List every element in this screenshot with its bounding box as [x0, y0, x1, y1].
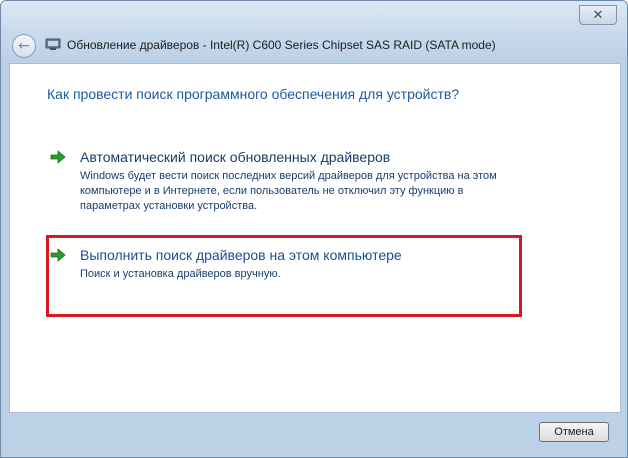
title-bar: ✕ ← Обновление драйверов - Intel(R) C600… — [1, 1, 627, 63]
option-browse-computer[interactable]: Выполнить поиск драйверов на этом компью… — [50, 246, 490, 282]
green-arrow-icon — [50, 150, 66, 164]
option-auto-search[interactable]: Автоматический поиск обновленных драйвер… — [50, 148, 497, 214]
close-button[interactable]: ✕ — [579, 5, 617, 25]
page-heading: Как провести поиск программного обеспече… — [47, 86, 460, 102]
back-arrow-icon: ← — [18, 38, 30, 54]
window-title: Обновление драйверов - Intel(R) C600 Ser… — [67, 38, 496, 52]
back-button[interactable]: ← — [12, 34, 36, 58]
cancel-button[interactable]: Отмена — [539, 422, 609, 442]
footer-bar: Отмена — [1, 411, 627, 457]
option-browse-computer-title: Выполнить поиск драйверов на этом компью… — [80, 247, 402, 263]
device-icon — [45, 38, 61, 50]
option-browse-computer-description: Поиск и установка драйверов вручную. — [80, 268, 281, 280]
driver-update-window: ✕ ← Обновление драйверов - Intel(R) C600… — [0, 0, 628, 458]
green-arrow-icon — [50, 248, 66, 262]
content-area: Как провести поиск программного обеспече… — [9, 63, 621, 413]
option-auto-search-title: Автоматический поиск обновленных драйвер… — [80, 149, 391, 165]
option-auto-search-description: Windows будет вести поиск последних верс… — [80, 170, 497, 212]
close-icon: ✕ — [592, 7, 604, 23]
